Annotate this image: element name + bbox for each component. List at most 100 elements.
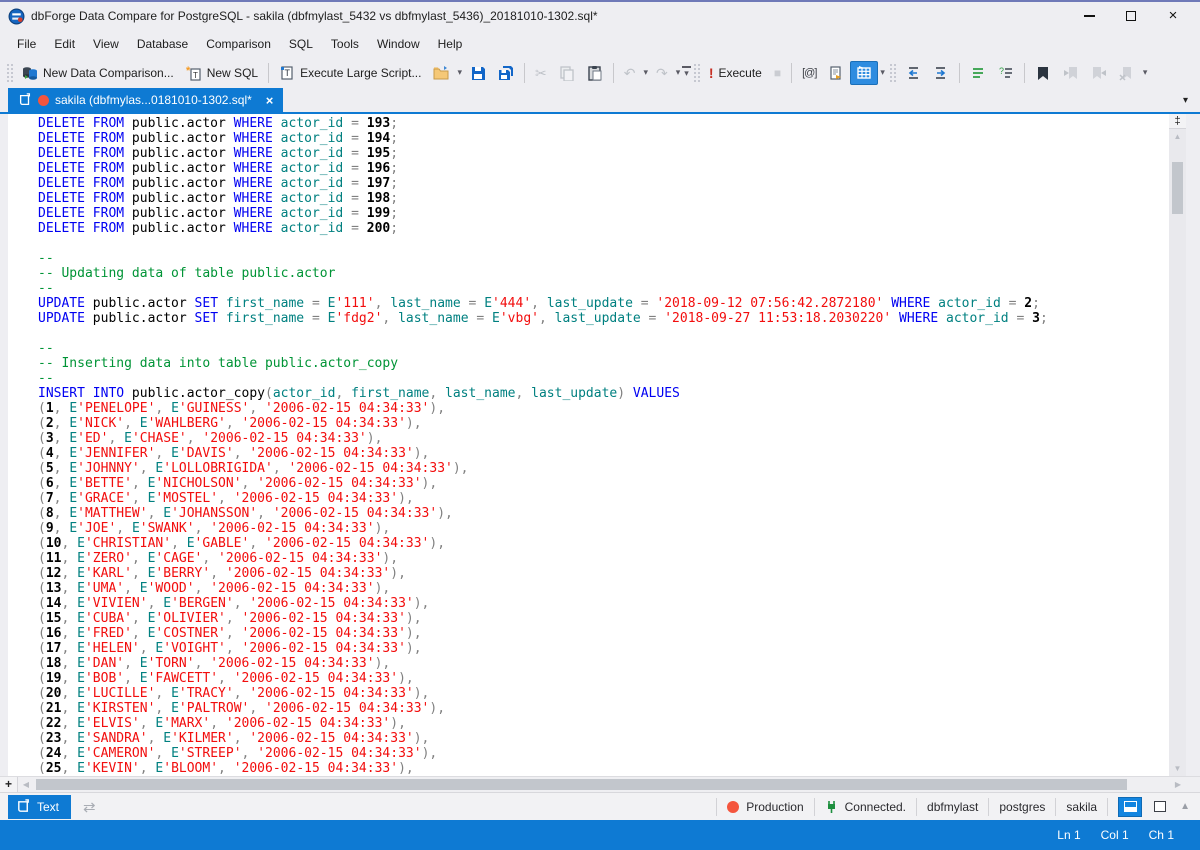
- code-line[interactable]: DELETE FROM public.actor WHERE actor_id …: [38, 221, 1169, 236]
- sql-editor[interactable]: DELETE FROM public.actor WHERE actor_id …: [8, 114, 1169, 776]
- open-file-button[interactable]: [427, 61, 455, 85]
- code-line[interactable]: (18, E'DAN', E'TORN', '2006-02-15 04:34:…: [38, 656, 1169, 671]
- code-line[interactable]: DELETE FROM public.actor WHERE actor_id …: [38, 116, 1169, 131]
- code-line[interactable]: (11, E'ZERO', E'CAGE', '2006-02-15 04:34…: [38, 551, 1169, 566]
- code-line[interactable]: [38, 326, 1169, 341]
- code-line[interactable]: (9, E'JOE', E'SWANK', '2006-02-15 04:34:…: [38, 521, 1169, 536]
- paste-button[interactable]: [581, 61, 609, 85]
- new-data-comparison-button[interactable]: New Data Comparison...: [16, 61, 180, 85]
- code-line[interactable]: (14, E'VIVIEN', E'BERGEN', '2006-02-15 0…: [38, 596, 1169, 611]
- scroll-left-icon[interactable]: ◀: [18, 780, 34, 789]
- database-name[interactable]: sakila: [1066, 800, 1097, 814]
- code-line[interactable]: DELETE FROM public.actor WHERE actor_id …: [38, 191, 1169, 206]
- save-button[interactable]: [464, 61, 492, 85]
- previous-bookmark-button[interactable]: [1057, 61, 1085, 85]
- code-line[interactable]: DELETE FROM public.actor WHERE actor_id …: [38, 176, 1169, 191]
- split-editor-horizontal-handle[interactable]: +: [0, 777, 18, 792]
- menu-tools[interactable]: Tools: [322, 32, 368, 56]
- vertical-scroll-thumb[interactable]: [1172, 162, 1183, 214]
- sql-code[interactable]: DELETE FROM public.actor WHERE actor_id …: [8, 114, 1169, 776]
- code-line[interactable]: UPDATE public.actor SET first_name = E'1…: [38, 296, 1169, 311]
- code-line[interactable]: -- Inserting data into table public.acto…: [38, 356, 1169, 371]
- cut-button[interactable]: ✂: [529, 62, 553, 84]
- code-line[interactable]: DELETE FROM public.actor WHERE actor_id …: [38, 206, 1169, 221]
- execute-to-file-button[interactable]: [822, 61, 850, 85]
- menu-window[interactable]: Window: [368, 32, 429, 56]
- code-line[interactable]: (15, E'CUBA', E'OLIVIER', '2006-02-15 04…: [38, 611, 1169, 626]
- uncomment-lines-button[interactable]: ?: [992, 61, 1020, 85]
- bookmarks-dropdown-caret[interactable]: ▾: [1141, 67, 1150, 78]
- decrease-indent-button[interactable]: [899, 61, 927, 85]
- code-line[interactable]: (5, E'JOHNNY', E'LOLLOBRIGIDA', '2006-02…: [38, 461, 1169, 476]
- code-line[interactable]: (12, E'KARL', E'BERRY', '2006-02-15 04:3…: [38, 566, 1169, 581]
- collapse-panel-icon[interactable]: ▲: [1180, 801, 1190, 812]
- code-line[interactable]: -- Updating data of table public.actor: [38, 266, 1169, 281]
- execute-to-grid-button[interactable]: [850, 61, 878, 85]
- toolbar-grip[interactable]: [6, 63, 14, 83]
- edit-parameters-button[interactable]: [@]: [796, 63, 822, 83]
- code-line[interactable]: --: [38, 341, 1169, 356]
- scroll-down-icon[interactable]: ▼: [1174, 761, 1182, 776]
- menu-edit[interactable]: Edit: [45, 32, 84, 56]
- maximize-button[interactable]: [1124, 9, 1138, 23]
- toolbar-overflow-caret[interactable]: ▾: [682, 66, 691, 79]
- execute-large-script-button[interactable]: T Execute Large Script...: [273, 61, 427, 85]
- redo-button[interactable]: ↷: [650, 62, 674, 84]
- toolbar-grip[interactable]: [693, 63, 701, 83]
- increase-indent-button[interactable]: [927, 61, 955, 85]
- code-line[interactable]: (17, E'HELEN', E'VOIGHT', '2006-02-15 04…: [38, 641, 1169, 656]
- code-line[interactable]: (23, E'SANDRA', E'KILMER', '2006-02-15 0…: [38, 731, 1169, 746]
- code-line[interactable]: (4, E'JENNIFER', E'DAVIS', '2006-02-15 0…: [38, 446, 1169, 461]
- code-line[interactable]: (3, E'ED', E'CHASE', '2006-02-15 04:34:3…: [38, 431, 1169, 446]
- scroll-up-icon[interactable]: ▲: [1174, 129, 1182, 144]
- minimize-button[interactable]: [1082, 9, 1096, 23]
- next-bookmark-button[interactable]: [1085, 61, 1113, 85]
- code-line[interactable]: --: [38, 281, 1169, 296]
- code-line[interactable]: (8, E'MATTHEW', E'JOHANSSON', '2006-02-1…: [38, 506, 1169, 521]
- code-line[interactable]: (16, E'FRED', E'COSTNER', '2006-02-15 04…: [38, 626, 1169, 641]
- tab-list-caret[interactable]: ▾: [1183, 95, 1188, 106]
- code-line[interactable]: (13, E'UMA', E'WOOD', '2006-02-15 04:34:…: [38, 581, 1169, 596]
- comment-lines-button[interactable]: [964, 61, 992, 85]
- tab-close-icon[interactable]: ×: [266, 93, 274, 108]
- environment-category[interactable]: Production: [727, 800, 803, 814]
- code-line[interactable]: (24, E'CAMERON', E'STREEP', '2006-02-15 …: [38, 746, 1169, 761]
- close-button[interactable]: ×: [1166, 9, 1180, 23]
- horizontal-scrollbar[interactable]: + ◀ ▶: [0, 776, 1200, 792]
- vertical-scrollbar[interactable]: ‡ ▲ ▼: [1169, 114, 1186, 776]
- menu-sql[interactable]: SQL: [280, 32, 322, 56]
- redo-dropdown-caret[interactable]: ▾: [674, 67, 683, 78]
- undo-dropdown-caret[interactable]: ▾: [641, 67, 650, 78]
- code-line[interactable]: --: [38, 251, 1169, 266]
- toolbar-grip[interactable]: [889, 63, 897, 83]
- toggle-bookmark-button[interactable]: [1029, 61, 1057, 85]
- new-sql-button[interactable]: T * New SQL: [180, 61, 264, 85]
- code-line[interactable]: UPDATE public.actor SET first_name = E'f…: [38, 311, 1169, 326]
- code-line[interactable]: (1, E'PENELOPE', E'GUINESS', '2006-02-15…: [38, 401, 1169, 416]
- menu-database[interactable]: Database: [128, 32, 197, 56]
- code-line[interactable]: (21, E'KIRSTEN', E'PALTROW', '2006-02-15…: [38, 701, 1169, 716]
- code-line[interactable]: (6, E'BETTE', E'NICHOLSON', '2006-02-15 …: [38, 476, 1169, 491]
- connection-status[interactable]: Connected.: [825, 800, 906, 814]
- save-all-button[interactable]: [492, 61, 520, 85]
- code-line[interactable]: (25, E'KEVIN', E'BLOOM', '2006-02-15 04:…: [38, 761, 1169, 776]
- text-view-tab[interactable]: Text: [8, 795, 71, 819]
- user-name[interactable]: postgres: [999, 800, 1045, 814]
- stop-execution-button[interactable]: ■: [768, 62, 787, 84]
- code-line[interactable]: (22, E'ELVIS', E'MARX', '2006-02-15 04:3…: [38, 716, 1169, 731]
- split-editor-handle[interactable]: ‡: [1169, 114, 1186, 129]
- horizontal-scroll-thumb[interactable]: [36, 779, 1127, 790]
- full-editor-toggle[interactable]: [1148, 797, 1172, 817]
- server-name[interactable]: dbfmylast: [927, 800, 978, 814]
- menu-view[interactable]: View: [84, 32, 128, 56]
- execute-to-dropdown-caret[interactable]: ▾: [878, 67, 887, 78]
- code-line[interactable]: [38, 236, 1169, 251]
- menu-comparison[interactable]: Comparison: [197, 32, 280, 56]
- code-line[interactable]: DELETE FROM public.actor WHERE actor_id …: [38, 161, 1169, 176]
- document-tab[interactable]: sakila (dbfmylas...0181010-1302.sql* ×: [8, 88, 283, 112]
- code-line[interactable]: (19, E'BOB', E'FAWCETT', '2006-02-15 04:…: [38, 671, 1169, 686]
- code-line[interactable]: (7, E'GRACE', E'MOSTEL', '2006-02-15 04:…: [38, 491, 1169, 506]
- code-line[interactable]: INSERT INTO public.actor_copy(actor_id, …: [38, 386, 1169, 401]
- menu-help[interactable]: Help: [429, 32, 472, 56]
- swap-sources-icon[interactable]: ⇄: [83, 798, 96, 816]
